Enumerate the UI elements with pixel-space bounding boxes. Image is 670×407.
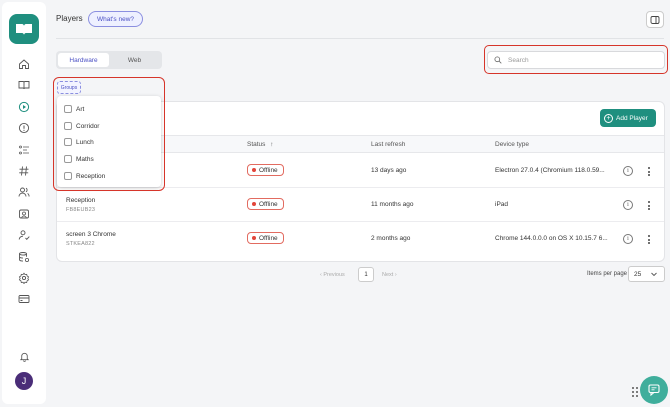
add-player-button[interactable]: + Add Player: [600, 109, 656, 127]
previous-page-button[interactable]: ‹ Previous: [320, 272, 345, 278]
checkbox[interactable]: [64, 172, 72, 180]
row-divider: [57, 221, 664, 222]
next-label: Next: [382, 272, 394, 278]
more-options-icon[interactable]: [647, 201, 651, 212]
plus-icon: +: [604, 113, 613, 123]
info-icon[interactable]: i: [623, 200, 633, 210]
player-id: STKEA822: [66, 241, 95, 247]
avatar[interactable]: J: [15, 372, 33, 390]
device-type-cell: Chrome 144.0.0.0 on OS X 10.15.7 6...: [495, 235, 608, 242]
user-check-icon[interactable]: [14, 225, 34, 245]
group-option[interactable]: Art: [64, 105, 84, 113]
column-header-device-type[interactable]: Device type: [495, 141, 529, 148]
checkbox[interactable]: [64, 155, 72, 163]
group-option-label: Corridor: [76, 122, 100, 130]
book-open-icon: [16, 24, 32, 35]
current-page[interactable]: 1: [358, 267, 374, 282]
page-title: Players: [56, 14, 83, 23]
status-label: Offline: [259, 200, 278, 208]
add-player-label: Add Player: [616, 114, 648, 122]
chevron-left-icon: ‹: [320, 272, 322, 278]
status-badge: Offline: [247, 198, 284, 210]
sidebar-bottom: J: [2, 346, 46, 390]
device-type-cell: Electron 27.0.4 (Chromium 118.0.59...: [495, 167, 605, 174]
column-header-status-label: Status: [247, 141, 266, 148]
search-box[interactable]: [487, 51, 665, 69]
chevron-right-icon: ›: [394, 272, 397, 278]
groups-filter-button[interactable]: Groups: [57, 81, 81, 94]
group-option[interactable]: Maths: [64, 155, 94, 163]
search-icon: [494, 56, 502, 64]
sort-arrow-up-icon: ↑: [270, 141, 274, 148]
chat-button[interactable]: [640, 376, 668, 404]
group-option-label: Art: [76, 105, 85, 113]
layout-toggle-button[interactable]: [646, 11, 664, 28]
tab-web[interactable]: Web: [109, 53, 160, 67]
alert-circle-icon[interactable]: [14, 118, 34, 138]
device-type-cell: iPad: [495, 201, 509, 208]
status-dot: [252, 168, 256, 172]
player-name[interactable]: Reception: [66, 197, 95, 204]
group-option-label: Reception: [76, 172, 106, 180]
checkbox[interactable]: [64, 105, 72, 113]
device-type-tabs: Hardware Web: [56, 51, 162, 69]
checkbox[interactable]: [64, 122, 72, 130]
player-id: FB8EUB23: [66, 207, 96, 213]
status-label: Offline: [259, 234, 278, 242]
status-dot: [252, 202, 256, 206]
group-option-label: Maths: [76, 155, 94, 163]
info-icon[interactable]: i: [623, 166, 633, 176]
status-badge: Offline: [247, 232, 284, 244]
hashtag-icon[interactable]: [14, 161, 34, 181]
users-icon[interactable]: [14, 182, 34, 202]
more-options-icon[interactable]: [647, 167, 651, 178]
column-header-last-refresh[interactable]: Last refresh: [371, 141, 405, 148]
home-icon[interactable]: [14, 54, 34, 74]
last-refresh-cell: 2 months ago: [371, 235, 411, 242]
status-label: Offline: [259, 166, 278, 174]
status-dot: [252, 236, 256, 240]
drag-handle-icon[interactable]: [632, 387, 638, 397]
group-option[interactable]: Corridor: [64, 122, 99, 130]
book-icon[interactable]: [14, 75, 34, 95]
items-per-page-label: Items per page: [587, 271, 628, 277]
schedule-list-icon[interactable]: [14, 140, 34, 160]
media-icon[interactable]: [14, 204, 34, 224]
last-refresh-cell: 13 days ago: [371, 167, 407, 174]
settings-icon[interactable]: [14, 268, 34, 288]
chevron-down-icon: [651, 272, 657, 277]
column-header-status[interactable]: Status ↑: [247, 141, 274, 148]
player-name[interactable]: screen 3 Chrome: [66, 231, 116, 238]
chat-icon: [648, 384, 660, 397]
database-settings-icon[interactable]: [14, 247, 34, 267]
items-per-page-value: 25: [634, 270, 642, 278]
group-option[interactable]: Lunch: [64, 138, 94, 146]
search-input[interactable]: [508, 56, 648, 64]
sidebar-nav: [14, 54, 34, 311]
last-refresh-cell: 11 months ago: [371, 201, 414, 208]
more-options-icon[interactable]: [647, 235, 651, 246]
checkbox[interactable]: [64, 138, 72, 146]
bell-icon[interactable]: [14, 346, 34, 366]
panel-icon: [650, 15, 660, 24]
app-logo[interactable]: [9, 14, 39, 44]
group-option-label: Lunch: [76, 138, 94, 146]
play-circle-icon[interactable]: [14, 97, 34, 117]
next-page-button[interactable]: Next ›: [382, 272, 397, 278]
status-badge: Offline: [247, 164, 284, 176]
previous-label: Previous: [323, 272, 345, 278]
sidebar: J: [2, 2, 46, 404]
tab-hardware[interactable]: Hardware: [58, 53, 109, 67]
header-divider: [56, 38, 664, 39]
whats-new-button[interactable]: What's new?: [88, 11, 144, 27]
billing-icon[interactable]: [14, 289, 34, 309]
items-per-page-select[interactable]: 25: [628, 266, 665, 282]
info-icon[interactable]: i: [623, 234, 633, 244]
group-option[interactable]: Reception: [64, 172, 105, 180]
